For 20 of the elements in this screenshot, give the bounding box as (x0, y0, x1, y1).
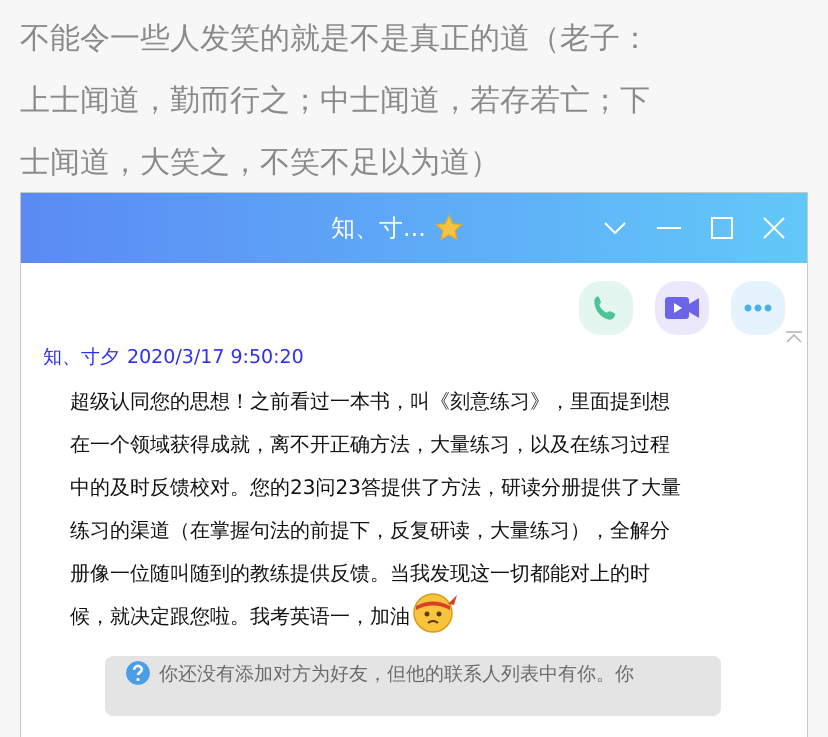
chevron-down-icon[interactable] (603, 221, 627, 235)
message-text: 超级认同您的思想！之前看过一本书，叫《刻意练习》，里面提到想 在一个领域获得成就，离不开正确方法，大量练习，以及在练习过程 中的及时反馈校对。您的23问23答提供了方法，研读分册提供了大量 练习的渠道（在掌握句法的前提下，反复研读，大量练习），全解分 册像一位随叫随到的教练提供反馈。当我发现这一切都能对上的时 候，就决定跟您啦。我考英语一，加油 (21, 372, 807, 638)
collapse-icon[interactable] (785, 331, 803, 343)
more-icon (744, 304, 772, 312)
maximize-icon[interactable] (711, 217, 733, 239)
close-icon[interactable] (763, 217, 785, 239)
voice-call-button[interactable] (579, 281, 633, 335)
notice-text: 你还没有添加对方为好友，但他的联系人列表中有你。你 (159, 662, 634, 686)
sender-name: 知、寸夕 (43, 345, 119, 370)
article-text: 不能令一些人发笑的就是不是真正的道（老子： (20, 20, 651, 58)
more-button[interactable] (731, 281, 785, 335)
video-call-button[interactable] (655, 281, 709, 335)
video-camera-icon (664, 295, 700, 321)
star-icon (434, 213, 464, 243)
article-text: 上士闻道，勤而行之；中士闻道，若存若亡；下 (20, 82, 651, 120)
article-text: 士闻道，大笑之，不笑不足以为道） (20, 144, 501, 182)
minimize-icon[interactable] (657, 226, 681, 230)
help-icon (125, 660, 151, 686)
window-title: 知、寸... (331, 213, 426, 244)
message-time: 2020/3/17 9:50:20 (127, 345, 304, 370)
